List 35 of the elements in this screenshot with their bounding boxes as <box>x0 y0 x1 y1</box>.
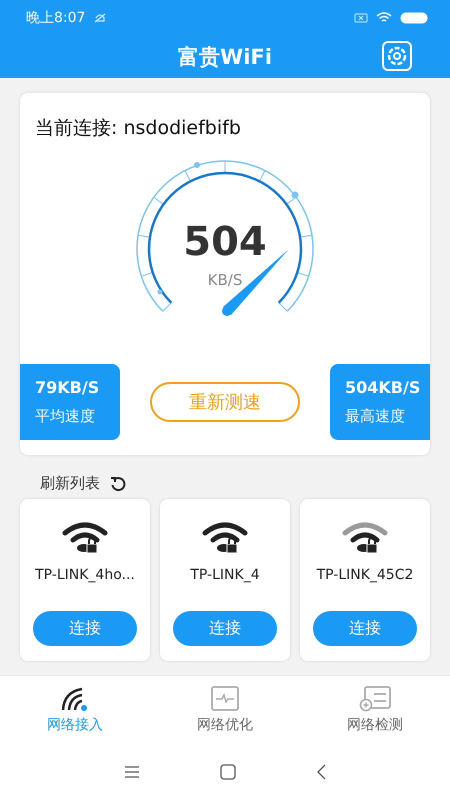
max-speed-value: 504KB/S <box>345 378 422 397</box>
connect-button[interactable]: 连接 <box>313 611 417 646</box>
connect-button[interactable]: 连接 <box>173 611 277 646</box>
wifi-lock-icon <box>202 521 248 553</box>
nav-tab[interactable]: 网络检测 <box>300 676 450 744</box>
speed-value: 504 <box>183 219 267 265</box>
chart-icon <box>211 686 239 712</box>
status-time: 晚上8:07 <box>26 8 86 26</box>
settings-icon[interactable] <box>382 41 412 71</box>
max-speed-label: 最高速度 <box>345 407 406 426</box>
wifi-lock-icon <box>62 521 108 553</box>
nav-tab[interactable]: 网络优化 <box>150 676 300 744</box>
wifi-icon <box>60 686 90 712</box>
average-speed-label: 平均速度 <box>35 407 96 426</box>
app-title: 富贵WiFi <box>178 44 272 70</box>
network-name: TP-LINK_45C2 <box>316 567 414 583</box>
wifi-signal-icon <box>376 12 392 24</box>
list-add-icon <box>359 686 391 712</box>
network-name: TP-LINK_4 <box>190 567 260 583</box>
current-connection: 当前连接: nsdodiefbifb <box>34 116 242 141</box>
notification-off-icon <box>93 12 108 24</box>
refresh-icon[interactable] <box>110 476 126 492</box>
home-icon[interactable] <box>220 764 236 780</box>
speed-unit: KB/S <box>208 271 242 289</box>
battery-icon <box>400 12 428 24</box>
refresh-list-label: 刷新列表 <box>40 474 100 493</box>
network-name: TP-LINK_4ho... <box>35 567 135 583</box>
back-icon[interactable] <box>316 764 326 780</box>
nav-tab[interactable]: 网络接入 <box>0 676 150 744</box>
menu-icon[interactable] <box>124 766 140 778</box>
wifi-lock-icon <box>342 521 388 553</box>
retest-button[interactable]: 重新测速 <box>150 382 300 422</box>
connect-button[interactable]: 连接 <box>33 611 137 646</box>
average-speed-value: 79KB/S <box>35 378 100 397</box>
sim-icon <box>354 12 368 22</box>
